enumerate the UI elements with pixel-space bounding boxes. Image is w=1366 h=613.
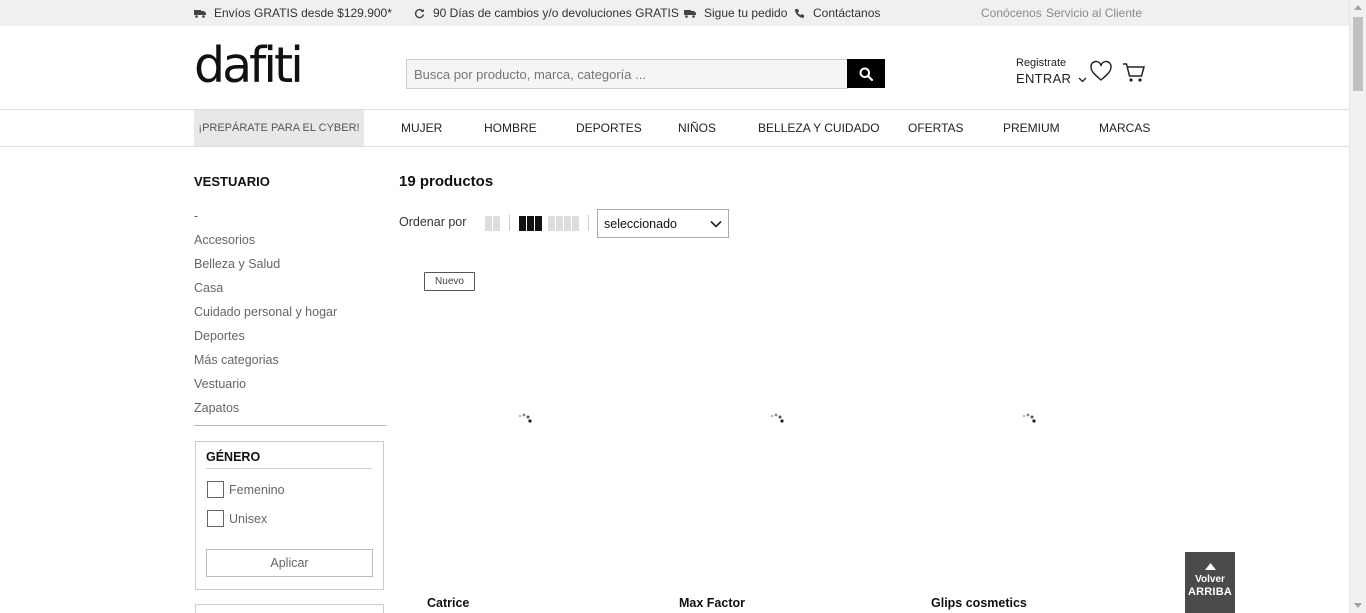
returns-text: 90 Días de cambios y/o devoluciones GRAT… (433, 6, 679, 20)
checkbox[interactable] (207, 481, 224, 498)
apply-button[interactable]: Aplicar (206, 549, 373, 577)
search-button[interactable] (847, 59, 885, 88)
category-item[interactable]: Belleza y Salud (194, 257, 337, 281)
chevron-down-icon (1078, 77, 1087, 83)
category-item[interactable]: - (194, 209, 337, 233)
category-item[interactable]: Zapatos (194, 401, 337, 425)
returns-info[interactable]: 90 Días de cambios y/o devoluciones GRAT… (414, 6, 679, 20)
grid-view-toggle (485, 215, 598, 231)
login-dropdown[interactable]: ENTRAR (1016, 71, 1087, 86)
checkbox[interactable] (207, 510, 224, 527)
logo[interactable]: dafiti (194, 38, 304, 94)
nav-item-belleza[interactable]: BELLEZA Y CUIDADO (758, 121, 880, 135)
filter-option-label: Unisex (229, 511, 268, 526)
category-item[interactable]: Deportes (194, 329, 337, 353)
header: dafiti Busca por producto, marca, catego… (0, 26, 1349, 110)
top-bar: Envíos GRATIS desde $129.900* 90 Días de… (0, 0, 1349, 26)
back-to-top-line2: ARRIBA (1188, 586, 1232, 598)
nav-item-ofertas[interactable]: OFERTAS (908, 121, 964, 135)
cart-icon[interactable] (1122, 62, 1146, 83)
grid-4-icon[interactable] (548, 215, 579, 231)
product-brand[interactable]: Glips cosmetics (931, 596, 1027, 610)
contact-text: Contáctanos (813, 6, 881, 20)
nav-item-mujer[interactable]: MUJER (401, 121, 442, 135)
category-item[interactable]: Más categorias (194, 353, 337, 377)
shipping-info[interactable]: Envíos GRATIS desde $129.900* (194, 6, 392, 20)
contact-link[interactable]: Contáctanos (794, 6, 880, 20)
scrollbar-thumb[interactable] (1353, 17, 1363, 91)
nav-item-deportes[interactable]: DEPORTES (576, 121, 642, 135)
customer-service-link[interactable]: Servicio al Cliente (1046, 6, 1142, 20)
search-input[interactable]: Busca por producto, marca, categoría ... (406, 59, 848, 89)
login-label: ENTRAR (1016, 71, 1072, 86)
filter-option-femenino[interactable]: Femenino (207, 481, 285, 498)
track-order-link[interactable]: Sigue tu pedido (684, 6, 787, 20)
nav-item-premium[interactable]: PREMIUM (1003, 121, 1060, 135)
grid-2-icon[interactable] (485, 215, 500, 231)
sort-value: seleccionado (604, 216, 677, 231)
search-icon (859, 67, 873, 81)
refresh-icon (414, 8, 425, 18)
category-item[interactable]: Cuidado personal y hogar (194, 305, 337, 329)
filter-title: GÉNERO (206, 450, 372, 469)
heart-icon[interactable] (1089, 60, 1113, 82)
nav-item-hombre[interactable]: HOMBRE (484, 121, 537, 135)
category-list: - Accesorios Belleza y Salud Casa Cuidad… (194, 209, 337, 425)
scrollbar[interactable] (1349, 0, 1366, 613)
shipping-text: Envíos GRATIS desde $129.900* (214, 6, 392, 20)
gender-filter: GÉNERO Femenino Unisex Aplicar (195, 441, 384, 590)
category-title: VESTUARIO (194, 174, 270, 189)
next-filter-box (195, 604, 384, 613)
account-menu[interactable]: Registrate ENTRAR (1016, 57, 1087, 86)
grid-3-icon[interactable] (519, 215, 542, 231)
loading-spinner-icon (1022, 413, 1036, 423)
divider (194, 425, 387, 426)
new-badge: Nuevo (424, 272, 475, 291)
filter-option-label: Femenino (229, 482, 285, 497)
search-placeholder: Busca por producto, marca, categoría ... (414, 66, 646, 82)
nav-promo[interactable]: ¡PREPÁRATE PARA EL CYBER! (194, 110, 364, 146)
scroll-up-arrow[interactable] (1354, 5, 1362, 10)
caret-up-icon (1204, 563, 1216, 570)
register-link[interactable]: Registrate (1016, 57, 1066, 69)
phone-icon (795, 8, 804, 18)
truck-icon (194, 9, 206, 18)
about-link[interactable]: Conócenos (981, 6, 1042, 20)
product-count: 19 productos (399, 173, 494, 190)
nav-item-ninos[interactable]: NIÑOS (678, 121, 716, 135)
product-brand[interactable]: Catrice (427, 596, 469, 610)
category-item[interactable]: Casa (194, 281, 337, 305)
main-nav: ¡PREPÁRATE PARA EL CYBER! MUJER HOMBRE D… (0, 110, 1349, 147)
track-order-text: Sigue tu pedido (704, 6, 788, 20)
product-brand[interactable]: Max Factor (679, 596, 745, 610)
back-to-top-line1: Volver (1195, 574, 1225, 585)
loading-spinner-icon (518, 413, 532, 423)
category-item[interactable]: Accesorios (194, 233, 337, 257)
loading-spinner-icon (770, 413, 784, 423)
category-item[interactable]: Vestuario (194, 377, 337, 401)
sort-select[interactable]: seleccionado (597, 209, 729, 238)
filter-option-unisex[interactable]: Unisex (207, 510, 267, 527)
nav-item-marcas[interactable]: MARCAS (1099, 121, 1150, 135)
scroll-down-arrow[interactable] (1354, 603, 1362, 608)
chevron-down-icon (710, 220, 722, 228)
sort-label: Ordenar por (399, 215, 467, 229)
back-to-top-button[interactable]: Volver ARRIBA (1185, 552, 1235, 613)
truck-icon (684, 9, 696, 18)
